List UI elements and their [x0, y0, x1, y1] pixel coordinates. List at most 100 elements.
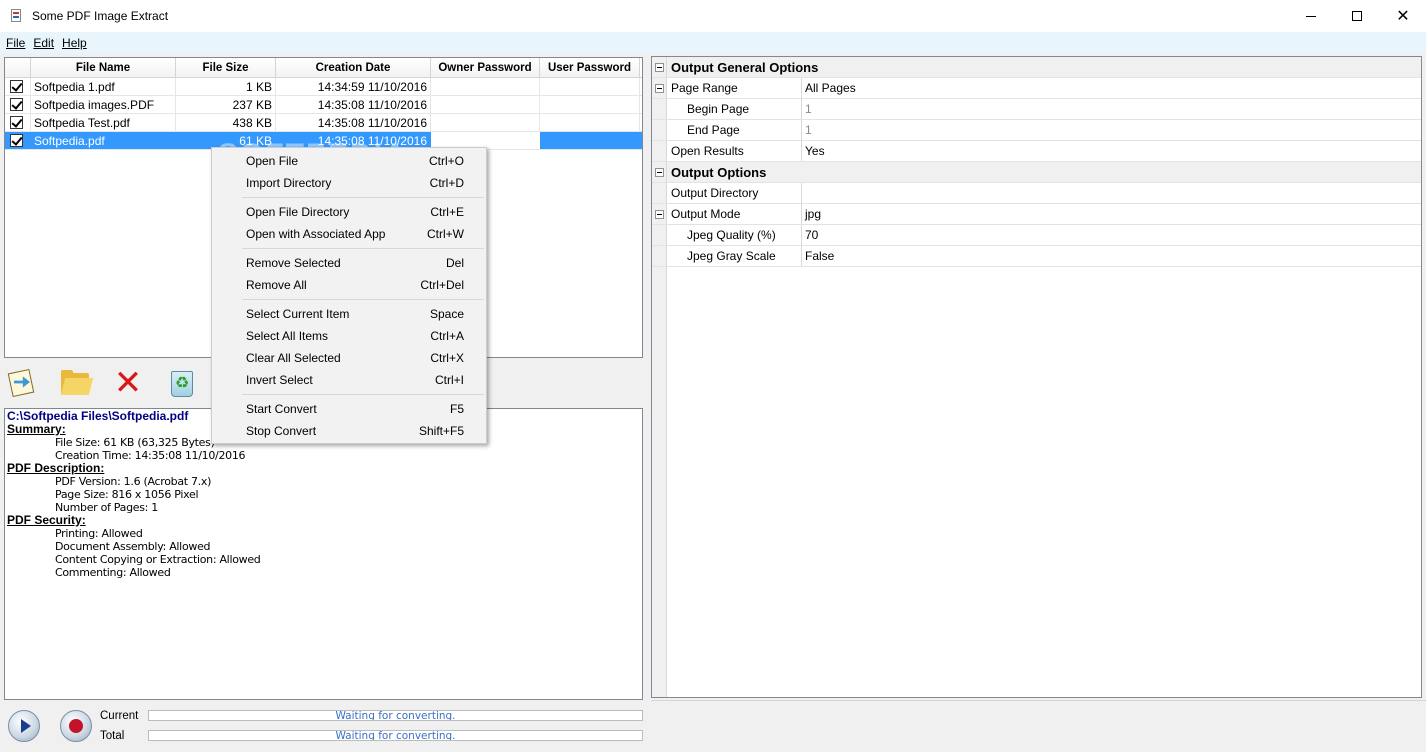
start-convert-button[interactable] [8, 710, 40, 742]
menu-help[interactable]: Help [58, 36, 91, 50]
pdf-info-panel: C:\Softpedia Files\Softpedia.pdf Summary… [4, 408, 643, 700]
category-title: Output Options [667, 162, 1421, 182]
file-size-cell: 1 KB [176, 78, 276, 95]
creation-date-cell: 14:35:08 11/10/2016 [276, 96, 431, 113]
menu-item-remove-all[interactable]: Remove All Ctrl+Del [212, 274, 486, 296]
user-password-cell[interactable] [540, 96, 640, 113]
window-title: Some PDF Image Extract [32, 9, 169, 23]
property-name: Jpeg Gray Scale [667, 246, 802, 266]
menu-item-select-current-item[interactable]: Select Current Item Space [212, 303, 486, 325]
property-jpeg-gray-scale[interactable]: Jpeg Gray Scale False [652, 246, 1421, 267]
menu-item-start-convert[interactable]: Start Convert F5 [212, 398, 486, 420]
minimize-button[interactable] [1288, 0, 1334, 32]
collapse-icon[interactable] [654, 209, 664, 219]
options-property-grid: Output General Options Page Range All Pa… [651, 56, 1422, 698]
creation-date-cell: 14:35:08 11/10/2016 [276, 114, 431, 131]
maximize-button[interactable] [1334, 0, 1380, 32]
status-area: Current Total Waiting for converting. Wa… [0, 702, 648, 752]
menu-item-clear-all-selected[interactable]: Clear All Selected Ctrl+X [212, 347, 486, 369]
menu-item-open-file[interactable]: Open File Ctrl+O [212, 150, 486, 172]
property-page-range[interactable]: Page Range All Pages [652, 78, 1421, 99]
property-name: Jpeg Quality (%) [667, 225, 802, 245]
output-directory-value[interactable] [802, 183, 1421, 203]
property-begin-page[interactable]: Begin Page 1 [652, 99, 1421, 120]
begin-page-value[interactable]: 1 [802, 99, 1421, 119]
end-page-value[interactable]: 1 [802, 120, 1421, 140]
page-range-value[interactable]: All Pages [802, 78, 1421, 98]
open-file-button[interactable] [4, 365, 40, 401]
current-label: Current [100, 710, 139, 722]
current-progress-bar: Waiting for converting. [148, 710, 643, 721]
property-jpeg-quality[interactable]: Jpeg Quality (%) 70 [652, 225, 1421, 246]
pdf-description-heading: PDF Description: [7, 461, 105, 475]
title-bar: Some PDF Image Extract ✕ [0, 0, 1426, 32]
table-row[interactable]: Softpedia Test.pdf 438 KB 14:35:08 11/10… [5, 114, 642, 132]
maximize-icon [1352, 11, 1362, 21]
open-results-value[interactable]: Yes [802, 141, 1421, 161]
property-output-directory[interactable]: Output Directory [652, 183, 1421, 204]
collapse-icon[interactable] [654, 62, 664, 72]
owner-password-cell[interactable] [431, 78, 540, 95]
user-password-cell[interactable] [540, 78, 640, 95]
row-check-cell [5, 114, 31, 131]
column-header-file-size[interactable]: File Size [176, 58, 276, 77]
menu-file[interactable]: File [2, 36, 29, 50]
menu-item-open-file-directory[interactable]: Open File Directory Ctrl+E [212, 201, 486, 223]
column-header-file-name[interactable]: File Name [31, 58, 176, 77]
row-checkbox[interactable] [10, 134, 23, 147]
category-title: Output General Options [667, 57, 1421, 77]
property-name: Output Mode [667, 204, 802, 224]
menu-edit[interactable]: Edit [29, 36, 58, 50]
jpeg-gray-scale-value[interactable]: False [802, 246, 1421, 266]
close-button[interactable]: ✕ [1380, 0, 1426, 32]
jpeg-quality-value[interactable]: 70 [802, 225, 1421, 245]
row-checkbox[interactable] [10, 80, 23, 93]
menu-item-remove-selected[interactable]: Remove Selected Del [212, 252, 486, 274]
property-open-results[interactable]: Open Results Yes [652, 141, 1421, 162]
file-name-cell: Softpedia.pdf [31, 132, 176, 149]
delete-icon: ✕ [113, 363, 143, 403]
row-check-cell [5, 132, 31, 149]
owner-password-cell[interactable] [431, 114, 540, 131]
info-printing: Printing: Allowed [55, 527, 143, 540]
output-mode-value[interactable]: jpg [802, 204, 1421, 224]
property-end-page[interactable]: End Page 1 [652, 120, 1421, 141]
table-row[interactable]: Softpedia images.PDF 237 KB 14:35:08 11/… [5, 96, 642, 114]
owner-password-cell[interactable] [431, 96, 540, 113]
open-folder-button[interactable] [57, 365, 94, 401]
stop-convert-button[interactable] [60, 710, 92, 742]
info-number-of-pages: Number of Pages: 1 [55, 501, 158, 514]
menu-item-select-all-items[interactable]: Select All Items Ctrl+A [212, 325, 486, 347]
column-header-user-password[interactable]: User Password [540, 58, 640, 77]
column-header-creation-date[interactable]: Creation Date [276, 58, 431, 77]
menu-item-stop-convert[interactable]: Stop Convert Shift+F5 [212, 420, 486, 442]
creation-date-cell: 14:34:59 11/10/2016 [276, 78, 431, 95]
row-checkbox[interactable] [10, 116, 23, 129]
stop-record-icon [69, 719, 83, 733]
category-output-general-options[interactable]: Output General Options [652, 57, 1421, 78]
column-header-check[interactable] [5, 58, 31, 77]
user-password-cell[interactable] [540, 114, 640, 131]
menu-item-open-with-associated-app[interactable]: Open with Associated App Ctrl+W [212, 223, 486, 245]
menu-separator [242, 248, 484, 249]
file-name-cell: Softpedia 1.pdf [31, 78, 176, 95]
property-output-mode[interactable]: Output Mode jpg [652, 204, 1421, 225]
column-header-owner-password[interactable]: Owner Password [431, 58, 540, 77]
remove-all-button[interactable]: ♻ [163, 365, 199, 401]
menu-item-import-directory[interactable]: Import Directory Ctrl+D [212, 172, 486, 194]
remove-button[interactable]: ✕ [110, 365, 146, 401]
property-name: Open Results [667, 141, 802, 161]
pdf-security-heading: PDF Security: [7, 513, 86, 527]
menu-item-invert-select[interactable]: Invert Select Ctrl+I [212, 369, 486, 391]
info-pdf-version: PDF Version: 1.6 (Acrobat 7.x) [55, 475, 212, 488]
category-output-options[interactable]: Output Options [652, 162, 1421, 183]
row-check-cell [5, 78, 31, 95]
row-checkbox[interactable] [10, 98, 23, 111]
property-name: Begin Page [667, 99, 802, 119]
file-size-cell: 438 KB [176, 114, 276, 131]
window-controls: ✕ [1288, 0, 1426, 32]
user-password-cell[interactable] [540, 132, 640, 149]
table-row[interactable]: Softpedia 1.pdf 1 KB 14:34:59 11/10/2016 [5, 78, 642, 96]
collapse-icon[interactable] [654, 83, 664, 93]
collapse-icon[interactable] [654, 167, 664, 177]
